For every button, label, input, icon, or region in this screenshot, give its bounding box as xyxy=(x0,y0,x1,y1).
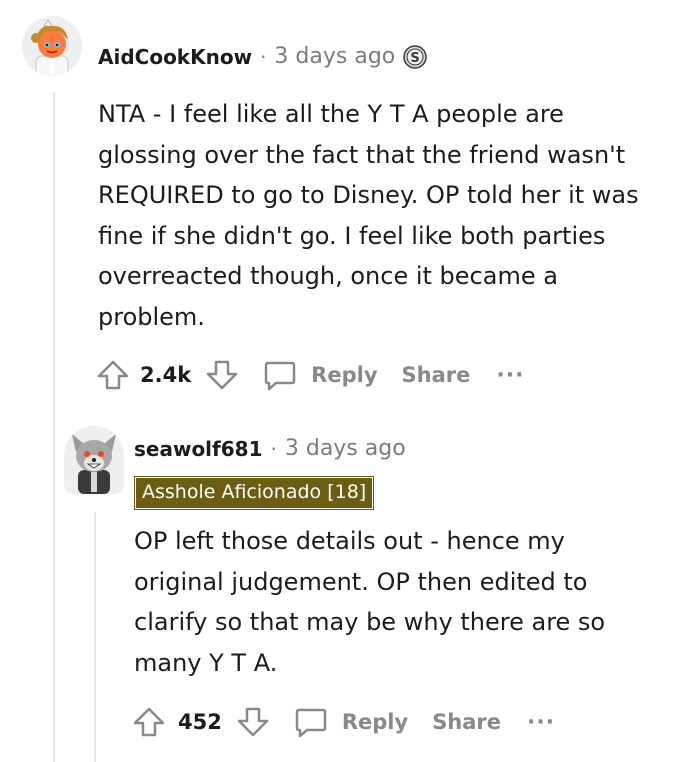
thread-line[interactable] xyxy=(94,512,96,762)
comment-meta: AidCookKnow · 3 days ago S xyxy=(98,44,427,69)
comment-text: OP left those details out - hence my ori… xyxy=(134,527,606,677)
share-button[interactable]: Share xyxy=(402,363,471,387)
comment-body: NTA - I feel like all the Y T A people a… xyxy=(98,94,668,337)
separator: · xyxy=(260,44,267,69)
reply-button[interactable]: Reply xyxy=(342,710,408,734)
timestamp[interactable]: 3 days ago xyxy=(274,44,395,69)
username[interactable]: seawolf681 xyxy=(134,437,263,461)
avatar[interactable] xyxy=(22,16,82,76)
separator: · xyxy=(270,436,277,461)
downvote-icon[interactable] xyxy=(236,705,270,739)
user-avatar-icon xyxy=(64,426,124,494)
user-flair: Asshole Aficionado [18] xyxy=(135,477,374,509)
vote-score: 452 xyxy=(178,710,222,734)
reply-button[interactable]: Reply xyxy=(311,363,377,387)
silver-dollar-award-icon[interactable]: S xyxy=(403,44,427,69)
share-button[interactable]: Share xyxy=(432,710,501,734)
user-avatar-icon xyxy=(22,16,82,76)
comment-actions: 2.4k Reply Share ··· xyxy=(96,358,524,392)
more-options-button[interactable]: ··· xyxy=(496,363,524,388)
thread-line[interactable] xyxy=(53,92,55,762)
reply-icon[interactable] xyxy=(263,358,297,392)
avatar[interactable] xyxy=(64,426,124,494)
timestamp[interactable]: 3 days ago xyxy=(285,436,406,461)
upvote-icon[interactable] xyxy=(96,358,130,392)
svg-text:S: S xyxy=(411,51,420,66)
vote-score: 2.4k xyxy=(140,363,192,387)
upvote-icon[interactable] xyxy=(132,705,166,739)
downvote-icon[interactable] xyxy=(205,358,239,392)
comment-text: NTA - I feel like all the Y T A people a… xyxy=(98,100,639,331)
more-options-button[interactable]: ··· xyxy=(527,710,555,735)
comment-meta: seawolf681 · 3 days ago xyxy=(134,436,406,461)
username[interactable]: AidCookKnow xyxy=(98,45,252,69)
comment-body: OP left those details out - hence my ori… xyxy=(134,521,634,683)
comment-actions: 452 Reply Share ··· xyxy=(132,705,555,739)
reply-icon[interactable] xyxy=(294,705,328,739)
